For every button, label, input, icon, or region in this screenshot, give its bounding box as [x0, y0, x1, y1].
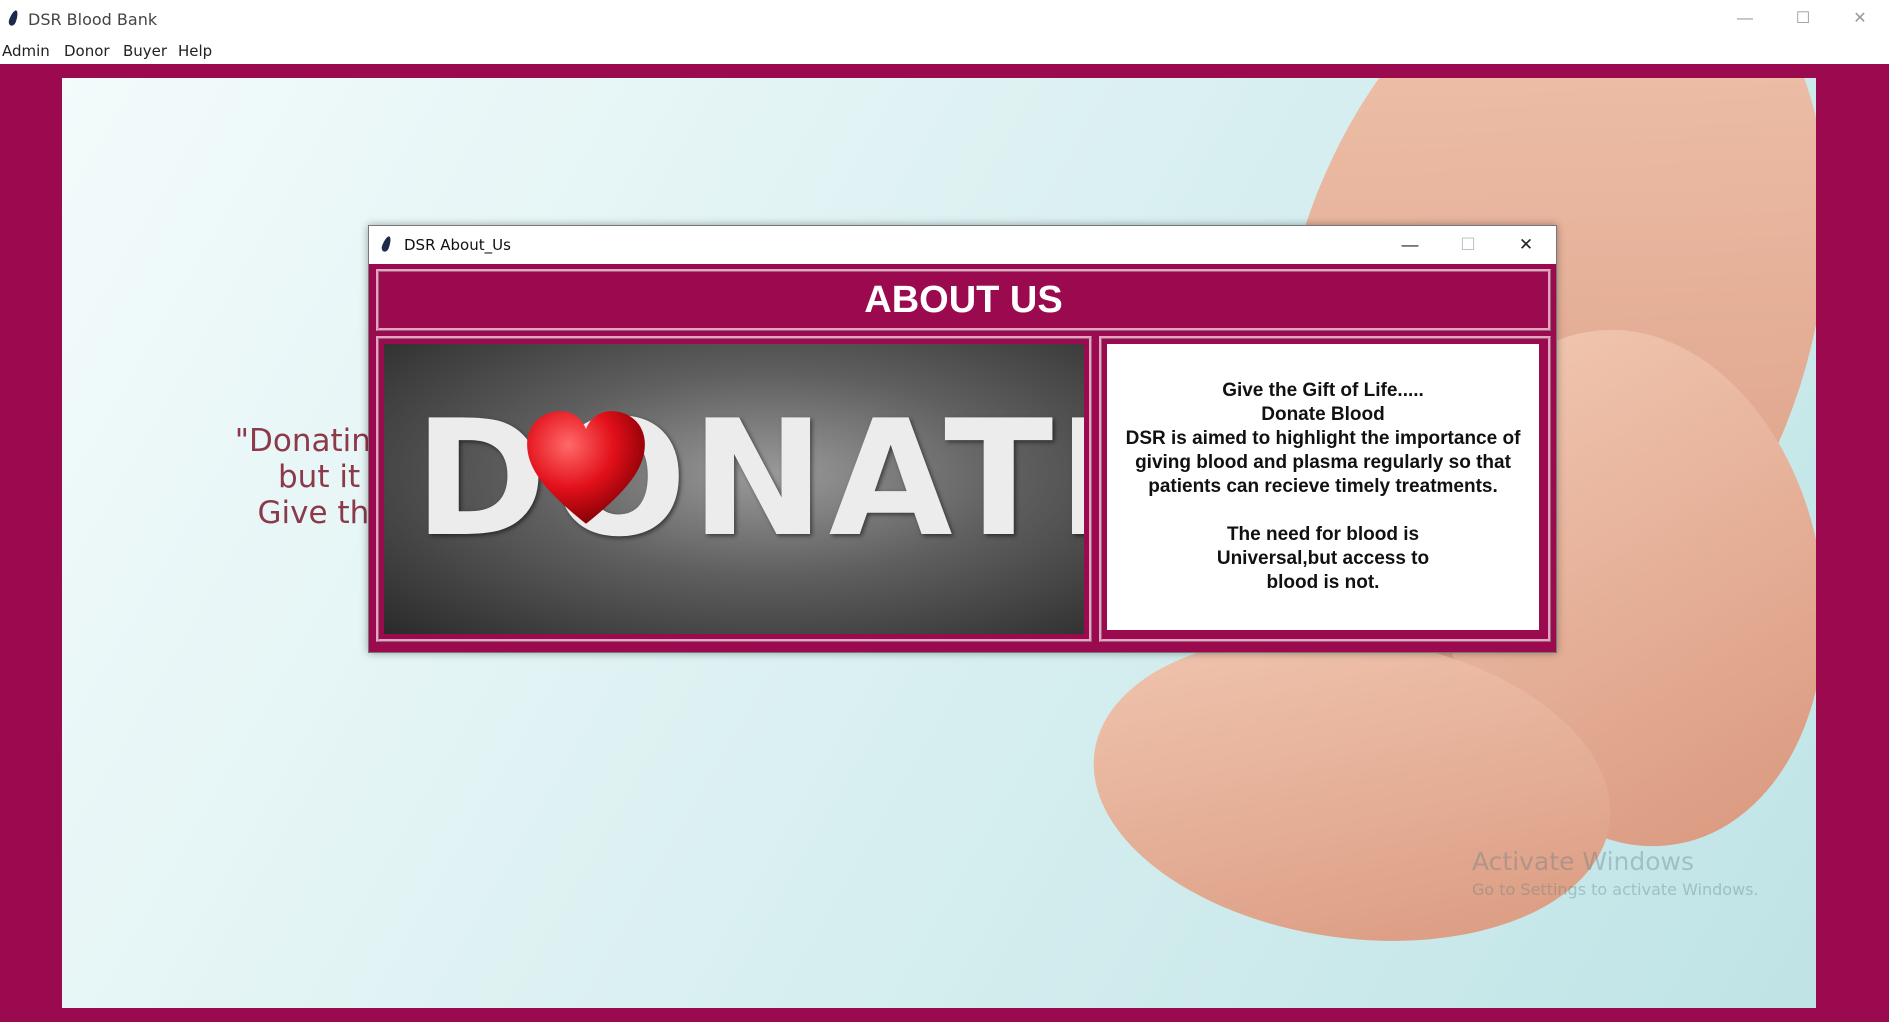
main-close-button[interactable]: ✕ [1831, 0, 1889, 38]
menubar: Admin Donor Buyer Help [0, 38, 1889, 64]
menu-donor[interactable]: Donor [64, 42, 110, 60]
about-line: The need for blood is [1226, 524, 1420, 545]
about-line: Give the Gift of Life..... [1222, 380, 1424, 401]
app-title: DSR Blood Bank [28, 10, 158, 29]
activation-watermark-title: Activate Windows [1472, 847, 1694, 876]
about-text: Give the Gift of Life..... Donate Blood … [1107, 344, 1539, 630]
donate-image: DONATE [384, 344, 1084, 634]
about-heading: ABOUT US [864, 278, 1063, 321]
menu-help[interactable]: Help [178, 42, 212, 60]
main-minimize-button[interactable]: — [1716, 0, 1774, 38]
app-feather-icon [8, 10, 18, 28]
about-line: Donate Blood [1261, 404, 1385, 425]
about-line: patients can recieve timely treatments. [1148, 476, 1498, 497]
about-header: ABOUT US [376, 269, 1551, 331]
about-line: Universal,but access to [1216, 548, 1430, 569]
dialog-close-button[interactable]: ✕ [1497, 226, 1555, 264]
dialog-minimize-button[interactable]: — [1381, 226, 1439, 264]
about-text-frame: Give the Gift of Life..... Donate Blood … [1099, 336, 1551, 642]
about-line: DSR is aimed to highlight the importance… [1125, 428, 1521, 449]
main-titlebar: DSR Blood Bank — ☐ ✕ [0, 0, 1889, 38]
about-line: blood is not. [1266, 572, 1380, 593]
about-dialog: DSR About_Us — ☐ ✕ ABOUT US DONATE [368, 225, 1557, 653]
about-line: giving blood and plasma regularly so tha… [1135, 452, 1511, 473]
heart-icon [527, 411, 645, 524]
donate-word: DONATE [414, 385, 1084, 572]
menu-buyer[interactable]: Buyer [123, 42, 167, 60]
activation-watermark-subtitle: Go to Settings to activate Windows. [1472, 880, 1759, 899]
dialog-titlebar[interactable]: DSR About_Us — ☐ ✕ [369, 226, 1556, 264]
dialog-title: DSR About_Us [404, 236, 511, 254]
donate-image-frame: DONATE [376, 336, 1092, 642]
main-maximize-button[interactable]: ☐ [1774, 0, 1832, 38]
dialog-maximize-button[interactable]: ☐ [1439, 226, 1497, 264]
menu-admin[interactable]: Admin [2, 42, 50, 60]
dialog-feather-icon [381, 236, 391, 254]
